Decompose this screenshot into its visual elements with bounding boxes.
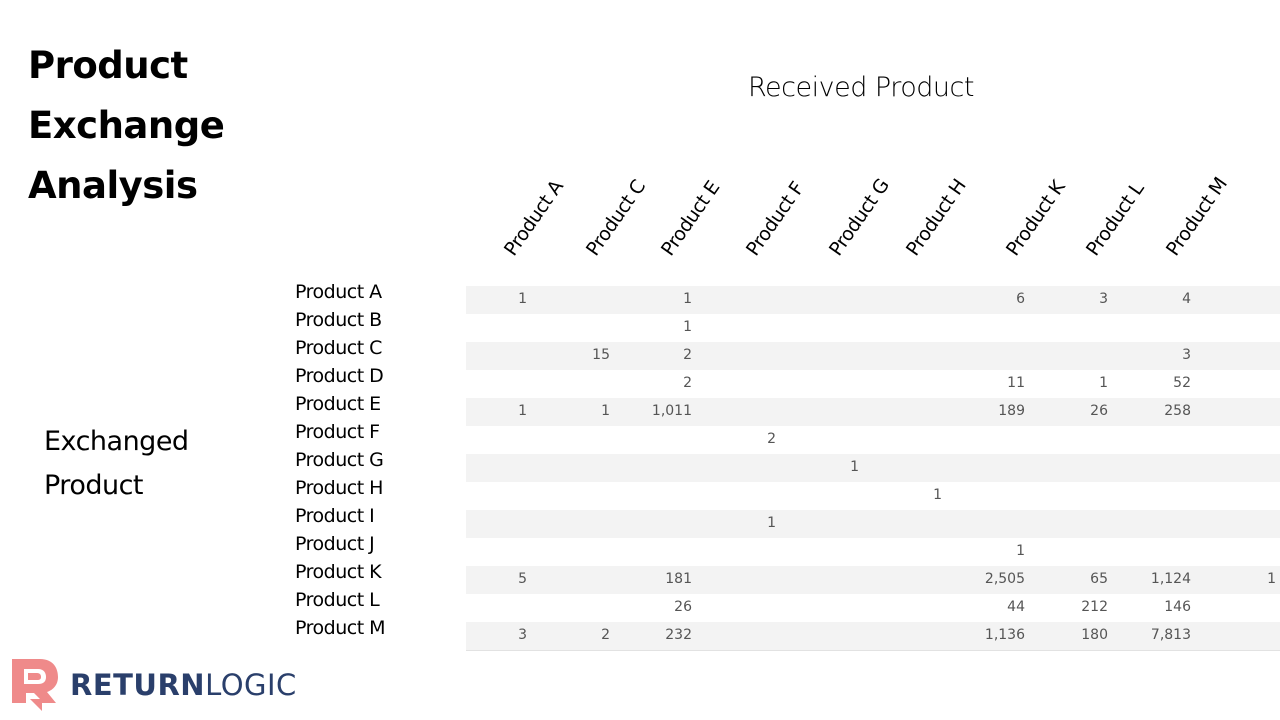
brand-logo: RETURNLOGIC xyxy=(10,657,297,713)
table-cell: 15 xyxy=(592,347,610,363)
table-cell: 2 xyxy=(683,347,692,363)
table-cell: 44 xyxy=(1007,599,1025,615)
table-cell: 3 xyxy=(518,627,527,643)
brand-wordmark-light: LOGIC xyxy=(205,668,297,702)
table-cell: 1 xyxy=(601,403,610,419)
table-row: 15 2 3 xyxy=(466,342,1280,370)
table-cell: 232 xyxy=(665,627,692,643)
row-axis-title: Exchanged Product xyxy=(44,420,189,508)
table-cell: 1 xyxy=(767,515,776,531)
column-header: Product C xyxy=(581,176,650,260)
returnlogic-r-icon xyxy=(12,659,58,711)
table-cell: 1 xyxy=(1267,571,1276,587)
table-row: 1 xyxy=(466,454,1280,482)
row-axis-title-line-1: Exchanged xyxy=(44,426,189,457)
table-cell: 2 xyxy=(601,627,610,643)
row-label: Product A xyxy=(295,281,382,303)
table-row: 1 xyxy=(466,510,1280,538)
row-label: Product I xyxy=(295,505,375,527)
table-cell: 2 xyxy=(767,431,776,447)
row-label: Product G xyxy=(295,449,384,471)
row-label: Product C xyxy=(295,337,382,359)
table-cell: 1 xyxy=(1016,543,1025,559)
table-cell: 1,124 xyxy=(1150,571,1191,587)
brand-wordmark: RETURNLOGIC xyxy=(70,668,297,702)
table-cell: 5 xyxy=(518,571,527,587)
table-row: 1 1 6 3 4 xyxy=(466,286,1280,314)
row-label: Product K xyxy=(295,561,382,583)
title-line-1: Product xyxy=(28,44,188,87)
table-row: 26 44 212 146 xyxy=(466,594,1280,622)
column-header: Product L xyxy=(1081,178,1149,260)
row-label: Product L xyxy=(295,589,380,611)
table-row: 1 xyxy=(466,314,1280,342)
table-cell: 1 xyxy=(683,291,692,307)
title-line-3: Analysis xyxy=(28,164,198,207)
table-cell: 3 xyxy=(1182,347,1191,363)
table-cell: 3 xyxy=(1099,291,1108,307)
column-header: Product H xyxy=(901,175,971,260)
row-label: Product M xyxy=(295,617,386,639)
column-header: Product G xyxy=(824,174,894,260)
table-cell: 1 xyxy=(683,319,692,335)
table-cell: 1,136 xyxy=(984,627,1025,643)
table-cell: 180 xyxy=(1081,627,1108,643)
column-header: Product F xyxy=(741,178,809,260)
column-header: Product A xyxy=(499,176,568,260)
row-axis-title-line-2: Product xyxy=(44,470,144,501)
table-row: 2 11 1 52 xyxy=(466,370,1280,398)
row-label: Product B xyxy=(295,309,382,331)
table-cell: 146 xyxy=(1164,599,1191,615)
table-cell: 2 xyxy=(683,375,692,391)
row-label: Product D xyxy=(295,365,384,387)
table-cell: 52 xyxy=(1173,375,1191,391)
grid-bottom-border xyxy=(466,650,1280,651)
row-label: Product H xyxy=(295,477,383,499)
table-cell: 26 xyxy=(1090,403,1108,419)
column-header: Product E xyxy=(656,177,725,260)
table-cell: 258 xyxy=(1164,403,1191,419)
row-label: Product J xyxy=(295,533,375,555)
row-label: Product E xyxy=(295,393,381,415)
table-cell: 2,505 xyxy=(984,571,1025,587)
table-cell: 212 xyxy=(1081,599,1108,615)
page-title: Product Exchange Analysis xyxy=(28,36,268,216)
brand-wordmark-bold: RETURN xyxy=(70,668,206,702)
column-axis-title: Received Product xyxy=(748,72,974,103)
table-cell: 1,011 xyxy=(651,403,692,419)
table-cell: 1 xyxy=(850,459,859,475)
table-cell: 26 xyxy=(674,599,692,615)
table-row: 3 2 232 1,136 180 7,813 xyxy=(466,622,1280,650)
column-header: Product M xyxy=(1161,173,1232,260)
table-row: 5 181 2,505 65 1,124 1 xyxy=(466,566,1280,594)
table-cell: 181 xyxy=(665,571,692,587)
table-cell: 65 xyxy=(1090,571,1108,587)
table-cell: 1 xyxy=(1099,375,1108,391)
column-header: Product K xyxy=(1001,176,1070,260)
table-row: 1 1 1,011 189 26 258 xyxy=(466,398,1280,426)
table-cell: 4 xyxy=(1182,291,1191,307)
table-cell: 189 xyxy=(998,403,1025,419)
table-cell: 11 xyxy=(1007,375,1025,391)
table-row: 1 xyxy=(466,482,1280,510)
table-row: 1 xyxy=(466,538,1280,566)
title-line-2: Exchange xyxy=(28,104,225,147)
table-cell: 1 xyxy=(933,487,942,503)
table-cell: 7,813 xyxy=(1150,627,1191,643)
row-label: Product F xyxy=(295,421,380,443)
table-row: 2 xyxy=(466,426,1280,454)
table-cell: 1 xyxy=(518,403,527,419)
table-cell: 6 xyxy=(1016,291,1025,307)
table-cell: 1 xyxy=(518,291,527,307)
